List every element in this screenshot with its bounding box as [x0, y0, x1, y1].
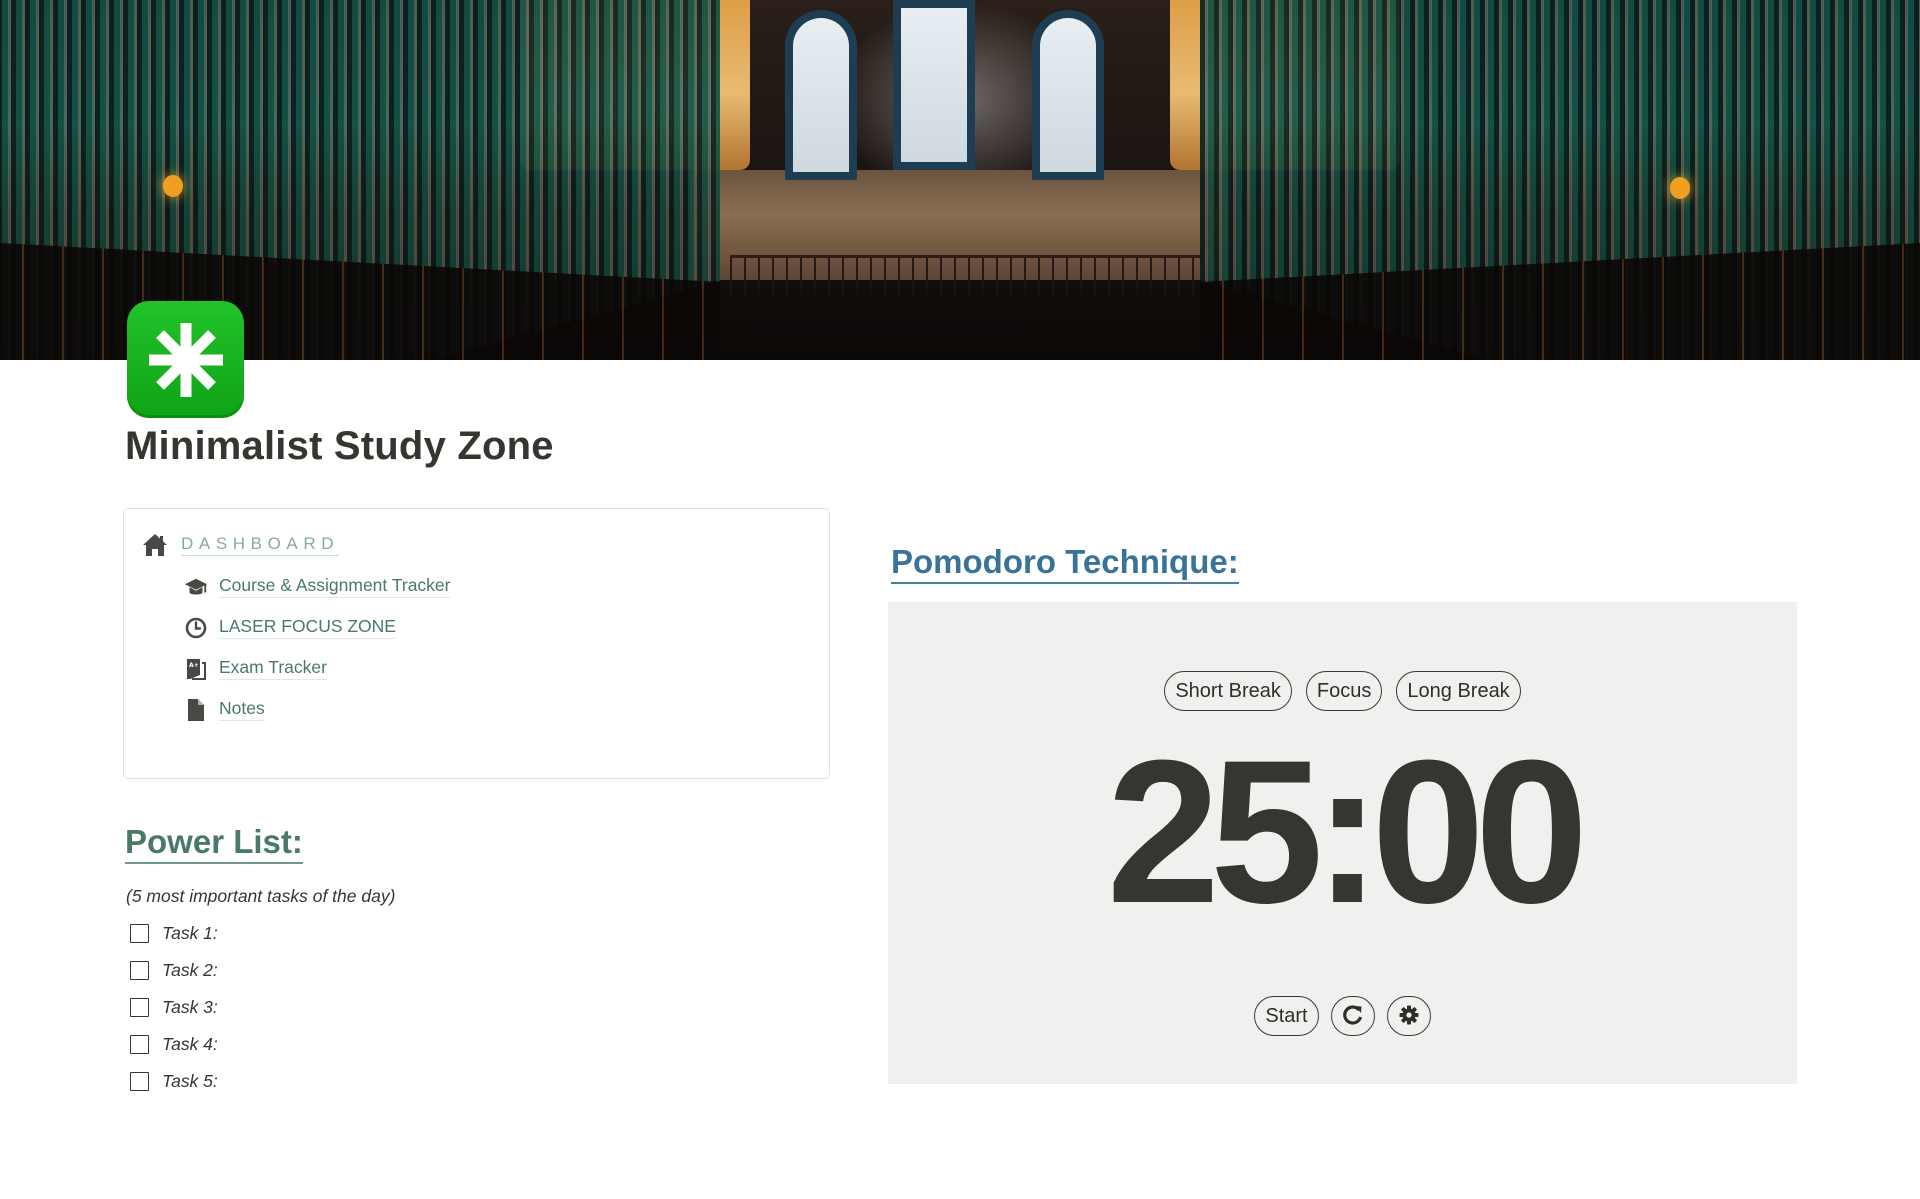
nav-item-exam-tracker[interactable]: A+ Exam Tracker: [184, 648, 450, 689]
notes-link[interactable]: Notes: [219, 698, 265, 721]
power-list-tasks: Task 1: Task 2: Task 3: Task 4: Task 5:: [130, 915, 218, 1100]
cover-lamp-right: [1670, 177, 1690, 199]
task-checkbox[interactable]: [130, 1072, 149, 1091]
cover-lamp-left: [163, 175, 183, 197]
focus-button[interactable]: Focus: [1305, 671, 1383, 711]
task-label[interactable]: Task 1:: [162, 923, 218, 944]
task-checkbox[interactable]: [130, 1035, 149, 1054]
task-item: Task 2:: [130, 952, 218, 989]
task-checkbox[interactable]: [130, 924, 149, 943]
nav-item-notes[interactable]: Notes: [184, 689, 450, 730]
nav-item-laser-focus-zone[interactable]: LASER FOCUS ZONE: [184, 607, 450, 648]
pomodoro-heading: Pomodoro Technique:: [891, 542, 1239, 584]
task-checkbox[interactable]: [130, 961, 149, 980]
cover-window-right: [1032, 10, 1104, 180]
course-assignment-tracker-link[interactable]: Course & Assignment Tracker: [219, 575, 451, 598]
grade-sheet-icon: A+: [184, 657, 208, 681]
task-item: Task 3:: [130, 989, 218, 1026]
task-item: Task 4:: [130, 1026, 218, 1063]
short-break-button[interactable]: Short Break: [1164, 671, 1292, 711]
long-break-button[interactable]: Long Break: [1396, 671, 1521, 711]
reset-button[interactable]: [1330, 996, 1375, 1036]
exam-tracker-link[interactable]: Exam Tracker: [219, 657, 327, 680]
page-title: Minimalist Study Zone: [125, 424, 554, 468]
task-item: Task 1:: [130, 915, 218, 952]
clock-icon: [184, 616, 208, 640]
cover-window-center: [893, 0, 975, 170]
gear-icon: [1398, 1004, 1420, 1029]
cover-railing: [730, 255, 1200, 295]
laser-focus-zone-link[interactable]: LASER FOCUS ZONE: [219, 616, 396, 639]
reset-icon: [1342, 1004, 1364, 1029]
timer-mode-selector: Short Break Focus Long Break: [888, 671, 1797, 711]
pomodoro-timer-widget: Short Break Focus Long Break 25:00 Start: [888, 602, 1797, 1084]
cover-image: [0, 0, 1920, 360]
nav-item-course-tracker[interactable]: Course & Assignment Tracker: [184, 566, 451, 607]
home-icon: [142, 533, 168, 557]
dashboard-header: DASHBOARD: [142, 533, 340, 557]
settings-button[interactable]: [1386, 996, 1431, 1036]
svg-text:A+: A+: [189, 662, 199, 669]
dashboard-nav: Course & Assignment Tracker LASER FOCUS …: [184, 566, 451, 730]
cover-window-left: [785, 10, 857, 180]
start-button[interactable]: Start: [1254, 996, 1319, 1036]
task-label[interactable]: Task 5:: [162, 1071, 218, 1092]
power-list-subtitle: (5 most important tasks of the day): [126, 886, 396, 906]
timer-display: 25:00: [1106, 718, 1589, 946]
timer-controls: Start: [888, 996, 1797, 1036]
power-list-heading: Power List:: [125, 822, 303, 864]
dashboard-link[interactable]: DASHBOARD: [181, 534, 340, 556]
task-checkbox[interactable]: [130, 998, 149, 1017]
task-label[interactable]: Task 3:: [162, 997, 218, 1018]
task-label[interactable]: Task 2:: [162, 960, 218, 981]
dashboard-card: DASHBOARD Course & Assignment Tracker LA…: [123, 508, 830, 779]
task-label[interactable]: Task 4:: [162, 1034, 218, 1055]
eight-spoked-asterisk-icon[interactable]: [127, 301, 244, 418]
task-item: Task 5:: [130, 1063, 218, 1100]
graduation-cap-icon: [184, 575, 208, 599]
document-icon: [184, 698, 208, 722]
